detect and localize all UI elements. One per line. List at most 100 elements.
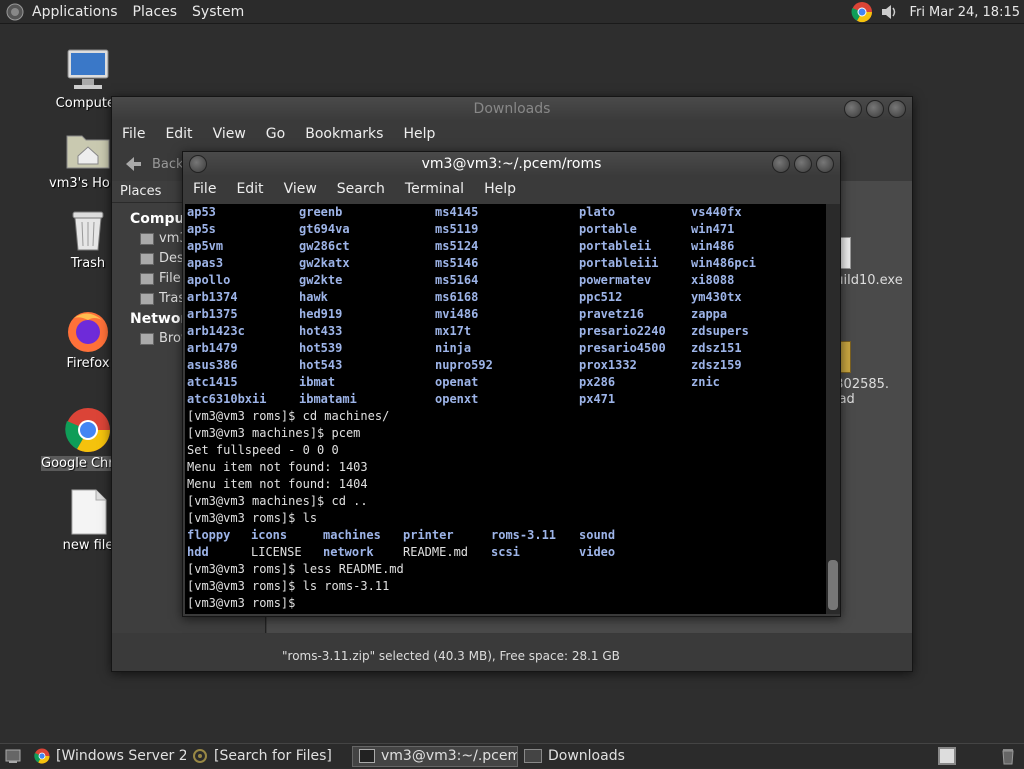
dir-entry: machines [323,528,381,542]
dir-entry: gw2kte [299,273,343,287]
dir-entry: ms5124 [435,239,479,253]
dir-entry: arb1374 [187,290,238,304]
dir-entry: icons [251,528,288,542]
dir-entry: video [579,545,616,559]
dir-entry: apollo [187,273,231,287]
terminal-line: [vm3@vm3 machines]$ pcem [187,426,361,440]
search-files-icon [192,748,208,764]
dir-entry: zdsz159 [691,358,742,372]
terminal-screen[interactable]: ap53 greenb ms4145 plato vs440fx ap5s gt694va m… [185,204,826,614]
maximize-button[interactable] [794,155,812,173]
scrollbar-thumb[interactable] [828,560,838,610]
bottom-taskbar: [Windows Server 20... [Search for Files]… [0,743,1024,768]
terminal-line: [vm3@vm3 machines]$ cd .. [187,494,368,508]
workspace-switcher-icon[interactable] [938,747,956,765]
dir-entry: win486pci [691,256,757,270]
dir-entry: arb1479 [187,341,238,355]
terminal-titlebar[interactable]: vm3@vm3:~/.pcem/roms [183,152,840,176]
dir-entry: znic [691,375,720,389]
close-button[interactable] [816,155,834,173]
folder-icon [524,749,542,763]
menu-help[interactable]: Help [484,181,516,197]
dir-entry: arb1423c [187,324,245,338]
dir-entry: zappa [691,307,728,321]
menu-edit[interactable]: Edit [236,181,263,197]
menu-view[interactable]: View [213,126,246,142]
dir-entry: hot433 [299,324,343,338]
close-button[interactable] [888,100,906,118]
dir-entry: pravetz16 [579,307,645,321]
terminal-line: [vm3@vm3 roms]$ ls roms-3.11 [187,579,390,593]
dir-entry: printer [403,528,454,542]
dir-entry: ms5164 [435,273,479,287]
menu-edit[interactable]: Edit [165,126,192,142]
gnome-foot-icon[interactable] [6,3,24,21]
window-title: vm3@vm3:~/.pcem/roms [421,156,602,172]
dir-entry: gt694va [299,222,350,236]
dir-entry: atc6310bxii [187,392,267,406]
menu-bookmarks[interactable]: Bookmarks [305,126,383,142]
menu-file[interactable]: File [122,126,145,142]
menu-view[interactable]: View [284,181,317,197]
minimize-button[interactable] [844,100,862,118]
terminal-line: Menu item not found: 1403 [187,460,368,474]
dir-entry: atc1415 [187,375,238,389]
dir-entry: px471 [579,392,616,406]
terminal-scrollbar[interactable] [826,204,840,614]
maximize-button[interactable] [866,100,884,118]
file-icon [64,488,112,536]
task-terminal[interactable]: vm3@vm3:~/.pcem/... [352,745,518,767]
terminal-icon [359,749,375,763]
dir-entry: hot539 [299,341,343,355]
back-label: Back [152,156,184,172]
menu-search[interactable]: Search [337,181,385,197]
desktop-folder-icon [140,253,154,265]
clock[interactable]: Fri Mar 24, 18:15 [909,5,1020,20]
downloads-titlebar[interactable]: Downloads [112,97,912,121]
dir-entry: network [323,545,374,559]
trash-applet-icon[interactable] [1000,747,1016,765]
menu-help[interactable]: Help [403,126,435,142]
dir-entry: arb1375 [187,307,238,321]
desktop-icon-label: vm3's Home [49,176,119,191]
dir-entry: nupro592 [435,358,493,372]
dir-entry: ms5146 [435,256,479,270]
terminal-line: Menu item not found: 1404 [187,477,368,491]
dir-entry: win471 [691,222,735,236]
dir-entry: gw2katx [299,256,350,270]
dir-entry: ibmatami [299,392,357,406]
computer-icon [64,46,112,94]
menu-go[interactable]: Go [266,126,285,142]
show-desktop-icon[interactable] [4,747,22,765]
volume-icon[interactable] [879,2,899,22]
applications-menu[interactable]: Applications [32,0,118,24]
firefox-icon [64,306,112,354]
chrome-icon[interactable] [851,1,873,23]
places-menu[interactable]: Places [133,0,178,24]
dir-entry: openat [435,375,479,389]
terminal-line: [vm3@vm3 roms]$ cd machines/ [187,409,390,423]
system-menu[interactable]: System [192,0,244,24]
task-downloads[interactable]: Downloads [518,746,668,767]
task-search-files[interactable]: [Search for Files] [186,746,352,767]
dir-entry: ppc512 [579,290,623,304]
dir-entry: openxt [435,392,479,406]
dir-entry: portable [579,222,637,236]
dir-entry: greenb [299,205,343,219]
chrome-icon [34,748,50,764]
window-menu-button[interactable] [189,155,207,173]
task-windows-server[interactable]: [Windows Server 20... [28,746,186,767]
minimize-button[interactable] [772,155,790,173]
task-label: [Search for Files] [214,748,332,764]
dir-entry: hed919 [299,307,343,321]
dir-entry: xi8088 [691,273,735,287]
dir-entry: powermatev [579,273,652,287]
menu-file[interactable]: File [193,181,216,197]
downloads-menubar: File Edit View Go Bookmarks Help [112,121,912,147]
terminal-line: Set fullspeed - 0 0 0 [187,443,339,457]
menu-terminal[interactable]: Terminal [405,181,464,197]
dir-entry: portableiii [579,256,659,270]
drive-icon [140,273,154,285]
back-button[interactable]: Back [122,153,184,175]
dir-entry: vs440fx [691,205,742,219]
